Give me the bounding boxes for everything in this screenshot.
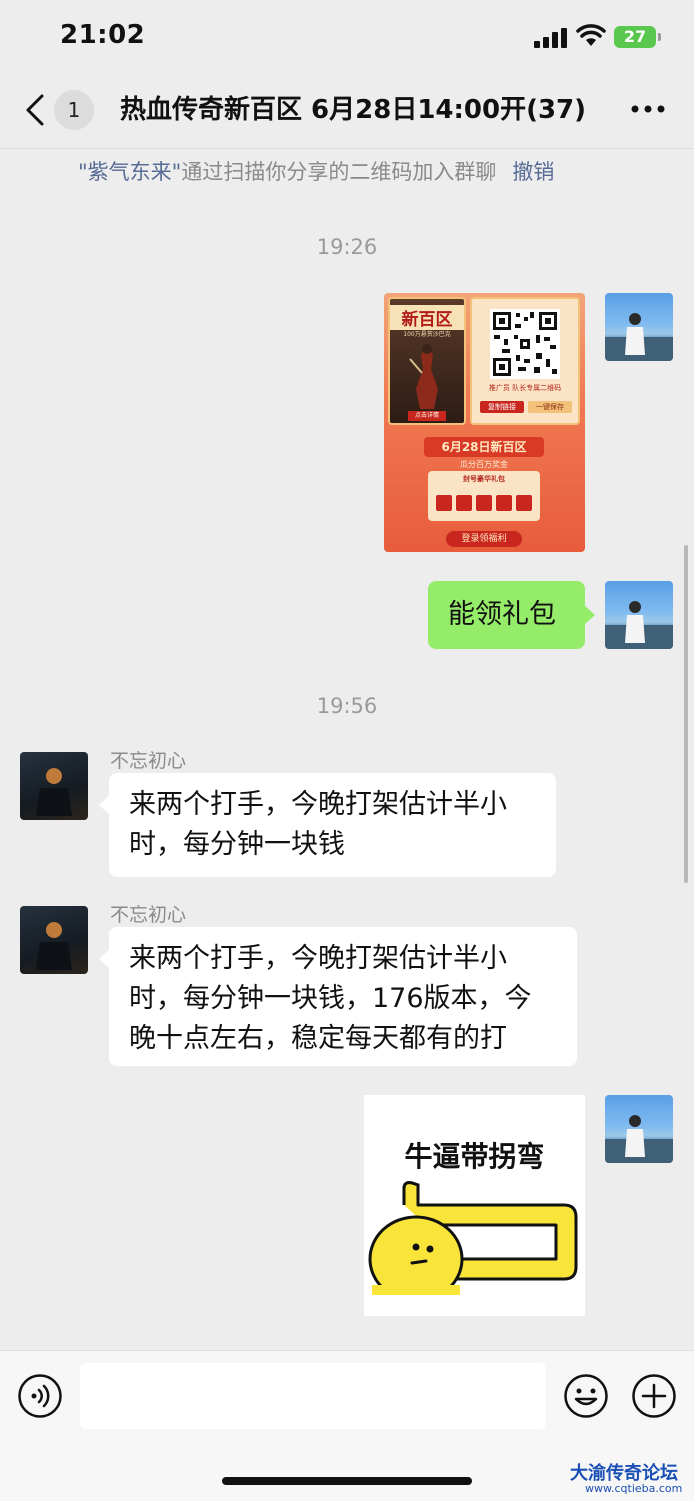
person-photo-icon <box>605 313 673 361</box>
thumbs-up-emoji-icon <box>368 1181 578 1295</box>
poster-image-message[interactable]: 新百区 100万悬赏沙巴克 点击详情 推广员 队长专属二维码 复制链接 一键保存… <box>384 293 585 552</box>
timestamp: 19:56 <box>316 694 378 718</box>
chat-title: 热血传奇新百区 6月28日14:00开(37) <box>120 95 587 125</box>
sender-name: 不忘初心 <box>110 904 187 926</box>
watermark-url: www.cqtieba.com <box>585 1482 683 1495</box>
reward-item-icon <box>456 495 472 511</box>
poster-banner-text: 新百区 <box>390 305 464 330</box>
my-avatar[interactable] <box>605 581 673 649</box>
scrollbar[interactable] <box>684 545 688 883</box>
cellular-signal-icon <box>534 28 567 48</box>
unread-count-badge[interactable]: 1 <box>54 90 94 130</box>
plus-icon[interactable] <box>631 1373 677 1419</box>
poster-hero-card: 新百区 100万悬赏沙巴克 点击详情 <box>388 297 466 425</box>
wifi-icon <box>576 24 606 46</box>
poster-pack-title: 封号豪华礼包 <box>463 475 505 483</box>
qr-caption: 推广员 队长专属二维码 <box>488 384 562 392</box>
bubble-tail <box>99 796 109 814</box>
undo-link[interactable]: 撤销 <box>512 160 554 184</box>
back-chevron-icon[interactable] <box>22 92 52 128</box>
status-time: 21:02 <box>60 20 146 50</box>
person-photo-icon <box>36 922 72 970</box>
poster-qr-card: 推广员 队长专属二维码 复制链接 一键保存 <box>470 297 580 425</box>
outgoing-message-bubble[interactable]: 能领礼包 <box>428 581 585 649</box>
battery-indicator: 27 <box>614 26 661 48</box>
emoji-icon[interactable] <box>563 1373 609 1419</box>
person-photo-icon <box>605 1115 673 1163</box>
reward-item-icon <box>476 495 492 511</box>
copy-link-button: 复制链接 <box>480 401 524 413</box>
joined-member-name[interactable]: "紫气东来" <box>78 160 181 184</box>
system-join-notice: "紫气东来"通过扫描你分享的二维码加入群聊 撤销 <box>78 156 554 186</box>
sticker-message[interactable]: 牛逼带拐弯 <box>364 1095 585 1316</box>
bubble-tail <box>585 606 595 624</box>
incoming-message-bubble[interactable]: 来两个打手，今晚打架估计半小时，每分钟一块钱，176版本，今晚十点左右，稳定每天… <box>109 927 577 1066</box>
poster-login-button: 登录领福利 <box>446 531 522 547</box>
timestamp: 19:26 <box>316 235 378 259</box>
poster-reward-text: 瓜分百万奖金 <box>460 460 508 469</box>
sender-avatar[interactable] <box>20 906 88 974</box>
voice-input-icon[interactable] <box>17 1373 63 1419</box>
my-avatar[interactable] <box>605 293 673 361</box>
more-options-icon[interactable] <box>630 102 666 116</box>
reward-item-icon <box>436 495 452 511</box>
person-photo-icon <box>605 601 673 649</box>
reward-item-icon <box>496 495 512 511</box>
warrior-figure-icon <box>409 344 438 409</box>
qr-code-icon <box>490 309 560 379</box>
message-input[interactable] <box>80 1363 546 1429</box>
sender-avatar[interactable] <box>20 752 88 820</box>
incoming-message-bubble[interactable]: 来两个打手，今晚打架估计半小时，每分钟一块钱 <box>109 773 556 877</box>
sender-name: 不忘初心 <box>110 750 187 772</box>
poster-reward-panel: 封号豪华礼包 <box>428 471 540 521</box>
poster-date-title: 6月28日新百区 <box>424 437 544 457</box>
bubble-tail <box>99 950 109 968</box>
nav-divider <box>0 148 694 149</box>
reward-item-icon <box>516 495 532 511</box>
join-notice-text: 通过扫描你分享的二维码加入群聊 <box>181 160 497 184</box>
poster-detail-button: 点击详情 <box>408 411 446 421</box>
save-image-button: 一键保存 <box>528 401 572 413</box>
sticker-caption: 牛逼带拐弯 <box>404 1140 545 1173</box>
poster-sub-text: 100万悬赏沙巴克 <box>403 331 451 338</box>
home-indicator <box>222 1477 472 1485</box>
person-photo-icon <box>36 768 72 816</box>
my-avatar[interactable] <box>605 1095 673 1163</box>
